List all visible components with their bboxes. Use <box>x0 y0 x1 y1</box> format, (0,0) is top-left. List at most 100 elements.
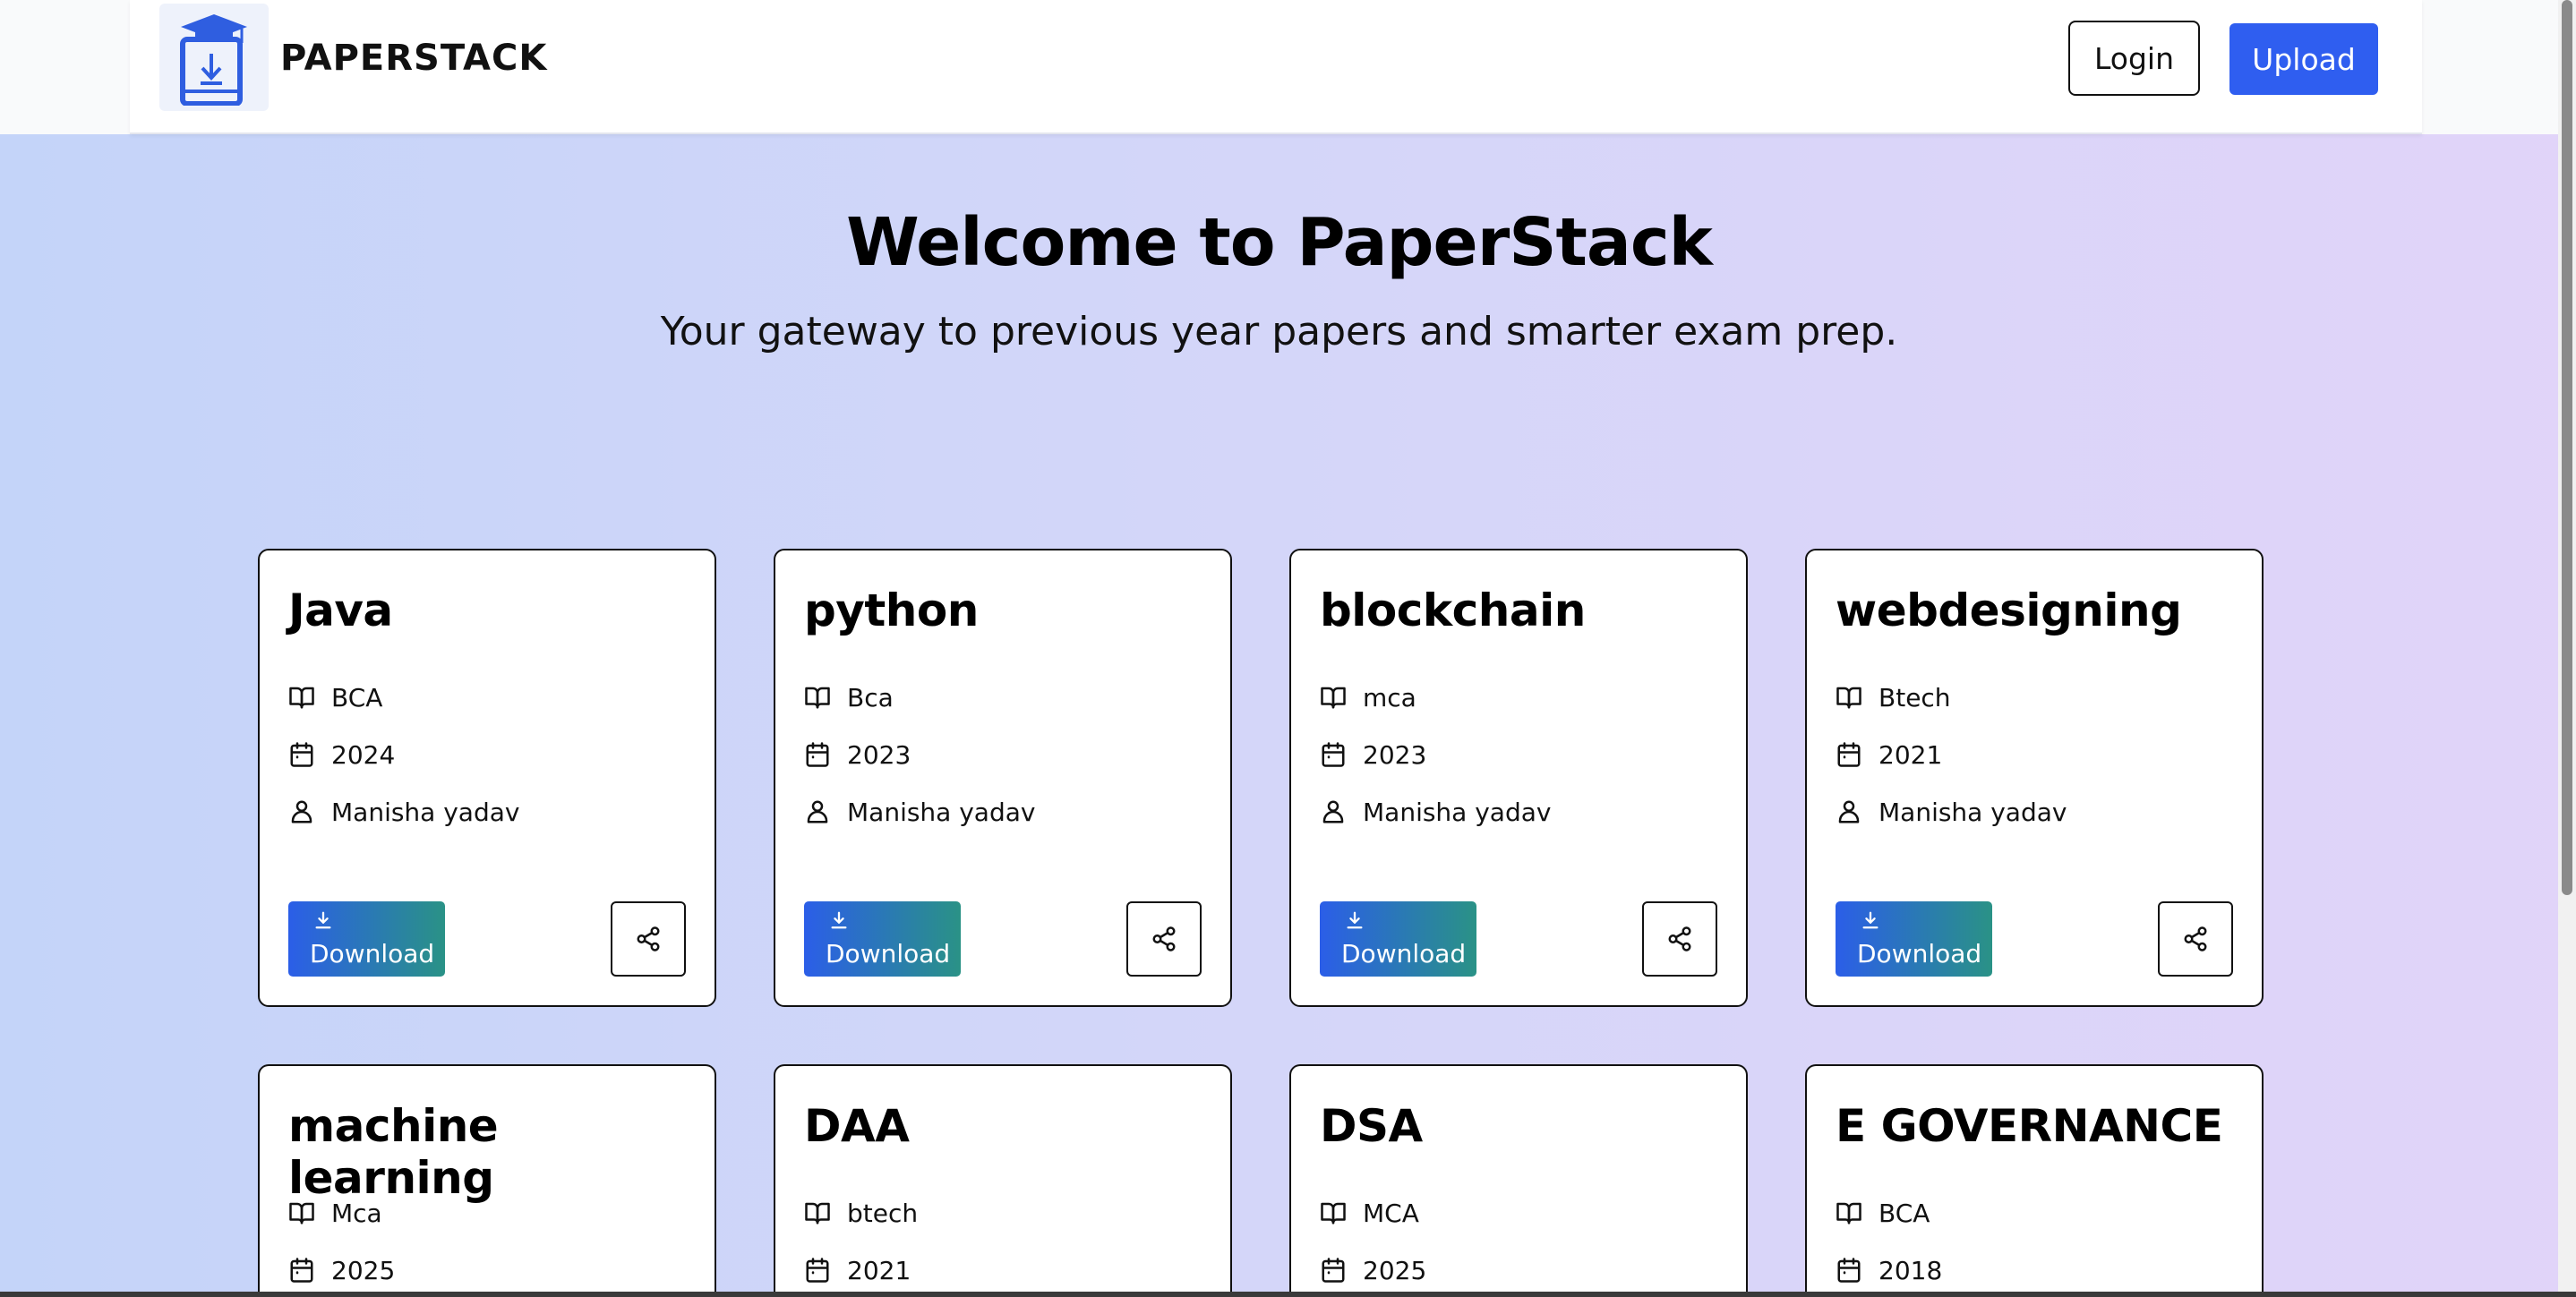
paper-year: 2023 <box>1320 737 1426 772</box>
login-button[interactable]: Login <box>2068 21 2200 96</box>
paper-year: 2025 <box>1320 1252 1426 1288</box>
graduation-cap-download-icon <box>180 14 247 106</box>
user-icon <box>1322 800 1344 823</box>
paper-title: Java <box>288 585 393 636</box>
window-bottom-edge <box>0 1292 2576 1297</box>
paper-title: python <box>804 585 979 636</box>
paper-course: btech <box>804 1195 918 1231</box>
user-icon <box>291 800 312 823</box>
paper-course: BCA <box>288 679 382 715</box>
paper-card: DSA MCA 2025 <box>1289 1064 1748 1292</box>
book-open-icon <box>1836 1202 1861 1224</box>
calendar-icon <box>1837 742 1861 767</box>
paper-card: E GOVERNANCE BCA 2018 <box>1805 1064 2264 1292</box>
paper-course: Btech <box>1836 679 1951 715</box>
paper-course-label: btech <box>847 1198 919 1228</box>
hero-subtitle: Your gateway to previous year papers and… <box>660 309 1898 354</box>
paper-year-label: 2023 <box>1363 739 1427 770</box>
download-icon <box>831 911 847 929</box>
user-icon <box>807 800 828 823</box>
paper-author: Manisha yadav <box>1836 794 2067 830</box>
paper-year-label: 2023 <box>847 739 911 770</box>
paper-year-label: 2025 <box>1363 1255 1427 1285</box>
share-icon <box>1152 926 1176 951</box>
paper-course-label: Btech <box>1879 682 1951 712</box>
book-open-icon <box>1321 1202 1346 1224</box>
book-open-icon <box>1321 687 1346 709</box>
logo[interactable] <box>159 4 269 111</box>
paper-author: Manisha yadav <box>1320 794 1551 830</box>
calendar-icon <box>1322 742 1345 767</box>
paper-year-label: 2024 <box>331 739 396 770</box>
paper-author-label: Manisha yadav <box>847 797 1036 827</box>
paper-year: 2024 <box>288 737 395 772</box>
paper-author: Manisha yadav <box>288 794 519 830</box>
download-label: Download <box>1341 939 1467 968</box>
paper-title: machine learning <box>288 1100 499 1204</box>
paper-card: DAA btech 2021 <box>774 1064 1232 1292</box>
download-button[interactable]: Download <box>1836 901 1992 977</box>
paper-year-label: 2021 <box>847 1255 911 1285</box>
paper-title: DSA <box>1320 1100 1423 1152</box>
paper-course: Bca <box>804 679 894 715</box>
paper-author-label: Manisha yadav <box>1363 797 1552 827</box>
paper-course: Mca <box>288 1195 382 1231</box>
vertical-scrollbar[interactable] <box>2558 0 2576 1297</box>
paper-year: 2021 <box>804 1252 911 1288</box>
share-button[interactable] <box>1126 901 1202 977</box>
paper-year-label: 2018 <box>1879 1255 1943 1285</box>
upload-button[interactable]: Upload <box>2229 23 2378 95</box>
paper-course: MCA <box>1320 1195 1419 1231</box>
book-open-icon <box>805 687 830 709</box>
paper-year: 2023 <box>804 737 911 772</box>
paper-title: webdesigning <box>1836 585 2182 636</box>
download-icon <box>315 911 331 929</box>
download-icon <box>1862 911 1879 929</box>
share-button[interactable] <box>611 901 686 977</box>
paper-card: machine learning Mca 2025 <box>258 1064 716 1292</box>
calendar-icon <box>806 1258 829 1283</box>
user-icon <box>1838 800 1860 823</box>
paper-course-label: Mca <box>331 1198 382 1228</box>
scrollbar-thumb[interactable] <box>2562 0 2572 895</box>
paper-course: mca <box>1320 679 1416 715</box>
download-icon <box>1347 911 1363 929</box>
paper-card: webdesigning Btech 2021 Manisha yadav Do… <box>1805 549 2264 1007</box>
paper-year: 2018 <box>1836 1252 1942 1288</box>
paper-course-label: MCA <box>1363 1198 1419 1228</box>
download-button[interactable]: Download <box>1320 901 1476 977</box>
book-open-icon <box>289 1202 314 1224</box>
book-open-icon <box>805 1202 830 1224</box>
brand-name[interactable]: PAPERSTACK <box>280 38 547 79</box>
paper-title: E GOVERNANCE <box>1836 1100 2223 1152</box>
calendar-icon <box>290 742 313 767</box>
download-label: Download <box>1857 939 1982 968</box>
paper-year-label: 2021 <box>1879 739 1943 770</box>
calendar-icon <box>806 742 829 767</box>
paper-year: 2021 <box>1836 737 1942 772</box>
paper-author-label: Manisha yadav <box>1879 797 2067 827</box>
paper-year: 2025 <box>288 1252 395 1288</box>
share-button[interactable] <box>1642 901 1717 977</box>
calendar-icon <box>1837 1258 1861 1283</box>
share-icon <box>637 926 660 951</box>
paper-card: blockchain mca 2023 Manisha yadav Downlo… <box>1289 549 1748 1007</box>
hero-title: Welcome to PaperStack <box>846 204 1713 281</box>
calendar-icon <box>290 1258 313 1283</box>
download-button[interactable]: Download <box>804 901 961 977</box>
paper-course-label: BCA <box>1879 1198 1930 1228</box>
download-button[interactable]: Download <box>288 901 445 977</box>
share-icon <box>2184 926 2207 951</box>
book-open-icon <box>1836 687 1861 709</box>
paper-card: python Bca 2023 Manisha yadav Download <box>774 549 1232 1007</box>
download-label: Download <box>310 939 435 968</box>
paper-course: BCA <box>1836 1195 1930 1231</box>
share-icon <box>1668 926 1691 951</box>
paper-course-label: Bca <box>847 682 894 712</box>
book-open-icon <box>289 687 314 709</box>
paper-course-label: BCA <box>331 682 383 712</box>
paper-course-label: mca <box>1363 682 1416 712</box>
paper-year-label: 2025 <box>331 1255 396 1285</box>
share-button[interactable] <box>2158 901 2233 977</box>
download-label: Download <box>826 939 951 968</box>
